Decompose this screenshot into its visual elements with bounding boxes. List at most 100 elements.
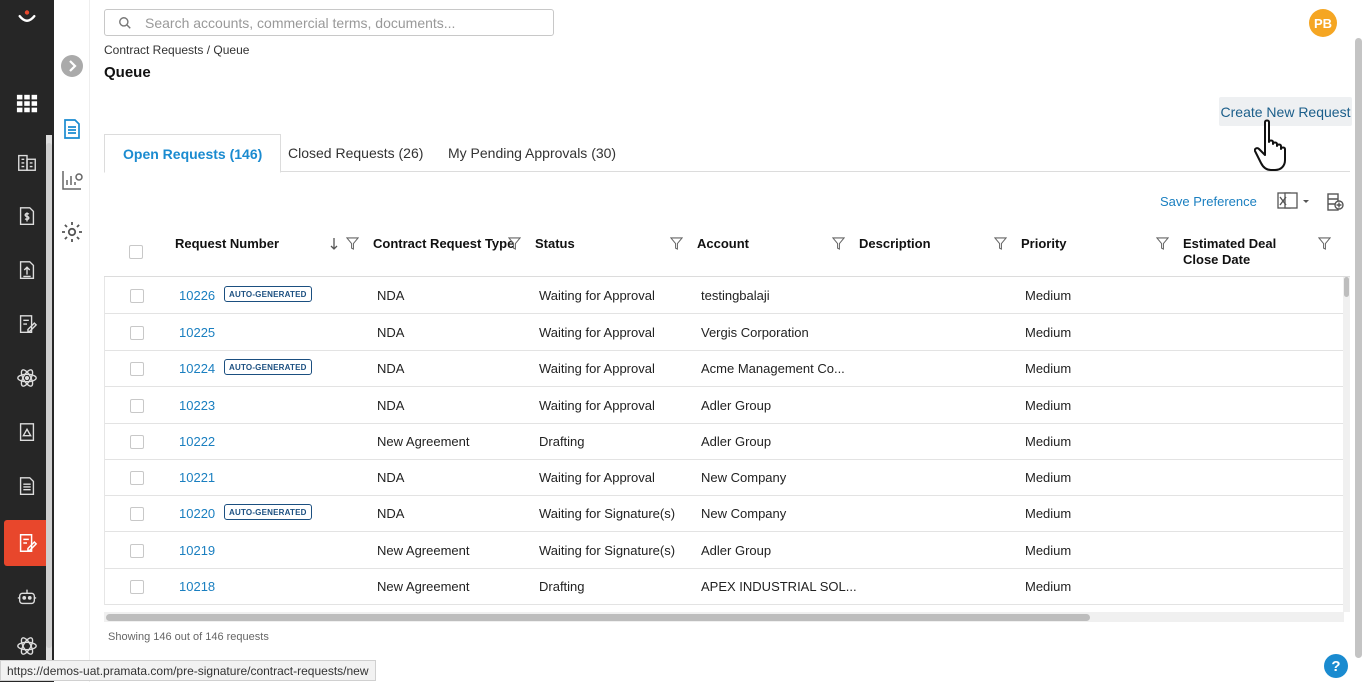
request-number-link[interactable]: 10219	[179, 543, 215, 558]
table-row[interactable]: 10222 New Agreement Drafting Adler Group…	[105, 423, 1344, 460]
table-row[interactable]: 10220 AUTO-GENERATED NDA Waiting for Sig…	[105, 495, 1344, 532]
row-checkbox[interactable]	[130, 399, 144, 413]
save-preference-link[interactable]: Save Preference	[1160, 194, 1257, 209]
image-document-icon[interactable]	[13, 418, 41, 446]
filter-icon[interactable]	[993, 237, 1008, 255]
request-account: Vergis Corporation	[701, 325, 809, 340]
page-scrollbar[interactable]	[1354, 38, 1362, 664]
row-checkbox[interactable]	[130, 507, 144, 521]
settings-atom-icon[interactable]	[13, 632, 41, 660]
request-status: Waiting for Approval	[539, 288, 655, 303]
row-checkbox[interactable]	[130, 289, 144, 303]
request-account: New Company	[701, 506, 787, 521]
row-checkbox[interactable]	[130, 435, 144, 449]
request-type: New Agreement	[377, 543, 470, 558]
column-header-description[interactable]: Description	[859, 236, 931, 252]
logo-icon[interactable]	[13, 4, 41, 32]
request-priority: Medium	[1025, 506, 1072, 521]
table-row[interactable]: 10219 New Agreement Waiting for Signatur…	[105, 532, 1344, 569]
column-header-estimated-deal-close-date[interactable]: Estimated Deal Close Date	[1183, 236, 1308, 268]
table-row[interactable]: 10225 NDA Waiting for Approval Vergis Co…	[105, 314, 1344, 351]
user-avatar[interactable]: PB	[1309, 9, 1337, 37]
excel-export-icon[interactable]	[1277, 191, 1311, 216]
search-input[interactable]	[145, 14, 535, 31]
contract-request-icon[interactable]	[13, 529, 41, 557]
dollar-document-icon[interactable]	[13, 202, 41, 230]
table-row[interactable]: 10223 NDA Waiting for Approval Adler Gro…	[105, 387, 1344, 424]
request-number-link[interactable]: 10225	[179, 325, 215, 340]
table-vertical-scrollbar[interactable]	[1343, 277, 1350, 612]
search-icon	[105, 16, 145, 30]
request-type: NDA	[377, 470, 405, 485]
request-number-link[interactable]: 10224	[179, 361, 215, 376]
row-checkbox[interactable]	[130, 362, 144, 376]
request-priority: Medium	[1025, 325, 1072, 340]
column-header-contract-request-type[interactable]: Contract Request Type	[373, 236, 514, 252]
column-header-status[interactable]: Status	[535, 236, 575, 252]
column-settings-icon[interactable]	[1326, 192, 1344, 217]
request-number-link[interactable]: 10223	[179, 398, 215, 413]
edit-document-icon[interactable]	[13, 310, 41, 338]
expand-chevron-icon[interactable]	[60, 54, 84, 78]
request-status: Drafting	[539, 434, 585, 449]
request-status: Waiting for Signature(s)	[539, 506, 676, 521]
request-number-link[interactable]: 10222	[179, 434, 215, 449]
request-type: NDA	[377, 361, 405, 376]
filter-icon[interactable]	[1155, 237, 1170, 255]
request-status: Waiting for Signature(s)	[539, 543, 676, 558]
filter-icon[interactable]	[831, 237, 846, 255]
document-icon[interactable]	[60, 117, 84, 141]
text-document-icon[interactable]	[13, 472, 41, 500]
request-account: Adler Group	[701, 398, 772, 413]
upload-document-icon[interactable]	[13, 256, 41, 284]
rail-scrollbar[interactable]	[46, 135, 52, 665]
request-priority: Medium	[1025, 543, 1072, 558]
breadcrumb[interactable]: Contract Requests / Queue	[104, 43, 249, 57]
report-chart-icon[interactable]	[60, 168, 84, 192]
row-checkbox[interactable]	[130, 471, 144, 485]
request-number-link[interactable]: 10218	[179, 579, 215, 594]
buildings-icon[interactable]	[13, 148, 41, 176]
row-checkbox[interactable]	[130, 326, 144, 340]
request-number-link[interactable]: 10226	[179, 288, 215, 303]
secondary-nav-rail	[54, 0, 90, 682]
help-button[interactable]: ?	[1324, 654, 1348, 678]
column-header-request-number[interactable]: Request Number	[175, 236, 279, 252]
request-priority: Medium	[1025, 361, 1072, 376]
request-account: New Company	[701, 470, 787, 485]
sort-down-arrow-icon[interactable]	[330, 237, 338, 256]
column-header-priority[interactable]: Priority	[1021, 236, 1067, 252]
table-header: Request Number Contract Request Type Sta…	[104, 228, 1350, 277]
gear-icon[interactable]	[60, 220, 84, 244]
apps-grid-icon[interactable]	[13, 90, 41, 118]
filter-icon[interactable]	[669, 237, 684, 255]
global-search[interactable]	[104, 9, 554, 36]
results-count: Showing 146 out of 146 requests	[108, 631, 269, 643]
tab-my-pending-approvals[interactable]: My Pending Approvals (30)	[430, 134, 634, 172]
column-header-account[interactable]: Account	[697, 236, 749, 252]
request-status: Waiting for Approval	[539, 325, 655, 340]
tab-closed-requests[interactable]: Closed Requests (26)	[270, 134, 441, 172]
row-checkbox[interactable]	[130, 580, 144, 594]
filter-icon[interactable]	[1317, 237, 1332, 255]
table-horizontal-scrollbar[interactable]	[104, 612, 1344, 622]
table-row[interactable]: 10226 AUTO-GENERATED NDA Waiting for App…	[105, 277, 1344, 314]
filter-icon[interactable]	[507, 237, 522, 255]
request-status: Waiting for Approval	[539, 470, 655, 485]
request-number-link[interactable]: 10221	[179, 470, 215, 485]
atom-icon[interactable]	[13, 364, 41, 392]
table-row[interactable]: 10218 New Agreement Drafting APEX INDUST…	[105, 568, 1344, 605]
table-row[interactable]: 10224 AUTO-GENERATED NDA Waiting for App…	[105, 350, 1344, 387]
request-number-link[interactable]: 10220	[179, 506, 215, 521]
row-checkbox[interactable]	[130, 544, 144, 558]
filter-icon[interactable]	[345, 237, 360, 255]
request-account: Adler Group	[701, 434, 772, 449]
request-type: NDA	[377, 288, 405, 303]
select-all-checkbox[interactable]	[129, 245, 143, 259]
tab-open-requests[interactable]: Open Requests (146)	[104, 134, 282, 173]
request-type: NDA	[377, 398, 405, 413]
robot-icon[interactable]	[13, 583, 41, 611]
table-row[interactable]: 10221 NDA Waiting for Approval New Compa…	[105, 459, 1344, 496]
auto-generated-badge: AUTO-GENERATED	[224, 504, 312, 520]
request-account: Acme Management Co...	[701, 361, 845, 376]
